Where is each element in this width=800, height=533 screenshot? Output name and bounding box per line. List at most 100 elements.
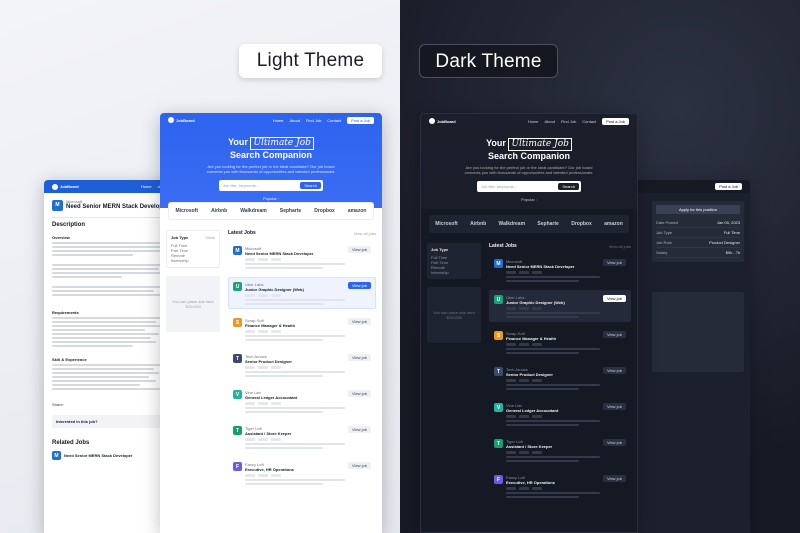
- view-job-button[interactable]: View job: [602, 295, 626, 302]
- company-logo-icon: V: [233, 390, 242, 399]
- job-title: Finance Manager & Health: [506, 336, 557, 341]
- view-job-button[interactable]: View job: [347, 462, 371, 469]
- related-job[interactable]: M Need Senior MERN Stack Developer: [52, 451, 168, 460]
- job-tag: [258, 330, 268, 333]
- share-label: Share:: [52, 402, 64, 407]
- job-card[interactable]: S Scrap Soft Finance Manager & Health View …: [228, 313, 376, 345]
- job-card[interactable]: V Vine Lab General Ledger Accountant View j…: [489, 398, 631, 430]
- search-button[interactable]: Search: [558, 183, 579, 190]
- job-card[interactable]: T Tech Arrows Senior Product Designer View …: [228, 349, 376, 381]
- search-input[interactable]: Job title, keywords...: [481, 184, 517, 189]
- view-job-button[interactable]: View job: [347, 426, 371, 433]
- nav-home[interactable]: Home: [141, 184, 152, 189]
- job-card[interactable]: F Fancy Loft Executive, HR Operations View …: [489, 470, 631, 502]
- job-title: Senior Product Designer: [506, 372, 553, 377]
- job-title: General Ledger Accountant: [506, 408, 559, 413]
- job-tag: [245, 402, 255, 405]
- job-tag: [506, 271, 516, 274]
- overview-text: [52, 242, 168, 296]
- view-job-button[interactable]: View job: [602, 403, 626, 410]
- job-tag: [258, 474, 268, 477]
- info-value: Jan 05, 2023: [716, 220, 740, 225]
- job-tag: [519, 271, 529, 274]
- job-tag: [532, 451, 542, 454]
- job-tag: [258, 402, 268, 405]
- nav-about[interactable]: About: [545, 119, 555, 124]
- view-job-button[interactable]: View job: [347, 246, 371, 253]
- info-value: Full Time: [723, 230, 740, 235]
- post-job-button[interactable]: Post a Job: [602, 117, 629, 125]
- job-card[interactable]: T Tiger Loft Assistant / Store Keeper View …: [489, 434, 631, 466]
- hero-subtitle: Are you looking for the perfect job or t…: [206, 164, 336, 174]
- view-all-link[interactable]: View all jobs: [609, 244, 631, 249]
- job-card[interactable]: V Vine Lab General Ledger Accountant View j…: [228, 385, 376, 417]
- job-card[interactable]: U Uber Labs Junior Graphic Designer (Web) V…: [228, 277, 376, 309]
- brand-logo[interactable]: JobBoard: [52, 183, 79, 190]
- nav-about[interactable]: About: [290, 118, 300, 123]
- hero-highlight: Ultimate Job: [508, 138, 572, 151]
- job-card[interactable]: U Uber Labs Junior Graphic Designer (Web) V…: [489, 290, 631, 322]
- filter-internship[interactable]: Internship: [171, 258, 215, 263]
- job-card[interactable]: F Fancy Loft Executive, HR Operations View …: [228, 457, 376, 489]
- job-tags: [245, 402, 345, 405]
- job-tag: [532, 415, 542, 418]
- view-job-button[interactable]: View job: [347, 354, 371, 361]
- view-job-button[interactable]: View job: [602, 475, 626, 482]
- brand-logo[interactable]: JobBoard: [429, 118, 456, 124]
- skills-list: [52, 364, 168, 390]
- job-card[interactable]: T Tech Arrows Senior Product Designer View …: [489, 362, 631, 394]
- nav-home[interactable]: Home: [528, 119, 539, 124]
- nav-contact[interactable]: Contact: [327, 118, 341, 123]
- job-tags: [506, 307, 600, 310]
- search-button[interactable]: Search: [300, 182, 321, 189]
- job-summary: [245, 371, 345, 377]
- view-job-button[interactable]: View job: [602, 259, 626, 266]
- view-job-button[interactable]: View job: [347, 390, 371, 397]
- microsoft-icon: M: [52, 451, 61, 460]
- post-job-button[interactable]: Post a Job: [347, 116, 374, 124]
- job-summary: [506, 492, 600, 498]
- post-job-button[interactable]: Post a Job: [715, 183, 742, 190]
- nav-find-job[interactable]: Find Job: [561, 119, 576, 124]
- company-logo-icon: M: [494, 259, 503, 268]
- job-title: Senior Product Designer: [245, 359, 292, 364]
- company-logo-icon: F: [494, 475, 503, 484]
- nav-find-job[interactable]: Find Job: [306, 118, 321, 123]
- job-card[interactable]: M Microsoft Need Senior MERN Stack Develop…: [228, 241, 376, 273]
- view-job-button[interactable]: View job: [347, 318, 371, 325]
- job-card[interactable]: M Microsoft Need Senior MERN Stack Develop…: [489, 254, 631, 286]
- company-logo-icon: S: [233, 318, 242, 327]
- job-info-row: Salary $5k - 7k: [656, 248, 740, 258]
- job-summary: [506, 348, 600, 354]
- view-job-button[interactable]: View job: [602, 439, 626, 446]
- job-tag: [519, 307, 529, 310]
- brand-amazon: amazon: [347, 208, 367, 214]
- nav-contact[interactable]: Contact: [582, 119, 596, 124]
- filter-clear[interactable]: Clear: [205, 235, 215, 240]
- job-tags: [245, 258, 345, 261]
- brand-airbnb: Airbnb: [470, 221, 487, 227]
- apply-button[interactable]: Apply for this position: [656, 205, 740, 214]
- brand-logo[interactable]: JobBoard: [168, 117, 195, 123]
- nav-home[interactable]: Home: [273, 118, 284, 123]
- company-logo-icon: U: [494, 295, 503, 304]
- job-title: Junior Graphic Designer (Web): [506, 300, 565, 305]
- view-all-link[interactable]: View all jobs: [354, 231, 376, 236]
- search-input[interactable]: Job title, keywords...: [223, 183, 259, 188]
- view-job-button[interactable]: View job: [347, 282, 371, 289]
- job-tag: [271, 366, 281, 369]
- job-tag: [519, 415, 529, 418]
- brand-microsoft: Microsoft: [435, 221, 458, 227]
- filter-internship[interactable]: Internship: [431, 270, 477, 275]
- view-job-button[interactable]: View job: [602, 331, 626, 338]
- job-card[interactable]: T Tiger Loft Assistant / Store Keeper View …: [228, 421, 376, 453]
- light-detail-screenshot: JobBoard Home About M Microsoft Need Sen…: [44, 180, 176, 533]
- job-tags: [245, 366, 345, 369]
- job-tags: [506, 487, 600, 490]
- job-tag: [271, 438, 281, 441]
- job-card[interactable]: S Scrap Soft Finance Manager & Health View …: [489, 326, 631, 358]
- job-tag: [506, 451, 516, 454]
- job-tag: [258, 294, 268, 297]
- info-label: Job Type: [656, 230, 673, 235]
- view-job-button[interactable]: View job: [602, 367, 626, 374]
